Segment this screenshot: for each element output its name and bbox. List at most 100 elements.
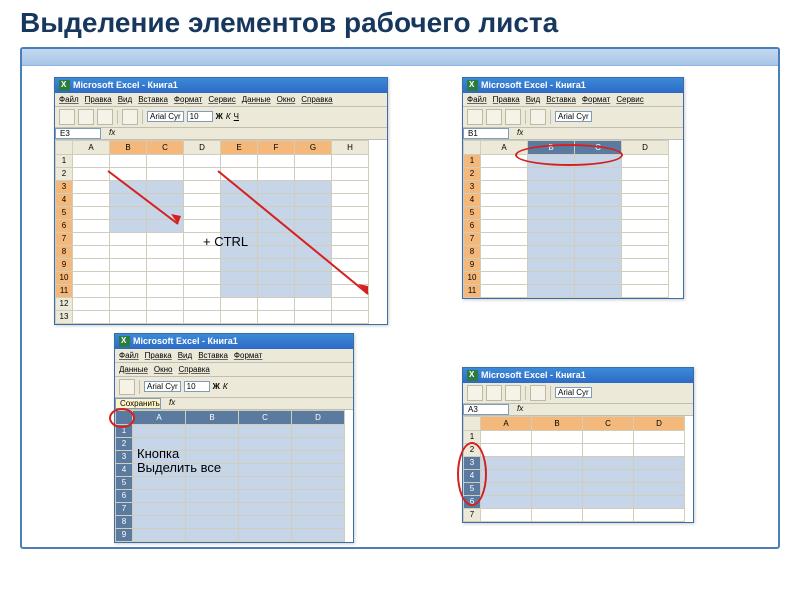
grid[interactable]: A B C D E F G H 1 2 3 4 5 6 7 8 9 10 bbox=[55, 140, 387, 324]
row-header[interactable]: 8 bbox=[464, 245, 481, 258]
bold-button[interactable]: Ж bbox=[213, 382, 220, 391]
font-select[interactable]: Arial Cyr bbox=[555, 387, 592, 398]
row-header[interactable]: 3 bbox=[116, 450, 133, 463]
row-header[interactable]: 2 bbox=[464, 167, 481, 180]
grid[interactable]: A B C D 1 2 3 4 5 6 7 bbox=[463, 416, 693, 522]
row-header[interactable]: 6 bbox=[464, 219, 481, 232]
save-icon[interactable] bbox=[505, 385, 521, 401]
row-header[interactable]: 2 bbox=[56, 167, 73, 180]
row-header[interactable]: 8 bbox=[56, 245, 73, 258]
menu-data[interactable]: Данные bbox=[119, 365, 148, 374]
name-box[interactable]: B1 bbox=[463, 128, 509, 139]
menubar[interactable]: Файл Правка Вид Вставка Формат Сервис bbox=[463, 93, 683, 107]
new-icon[interactable] bbox=[467, 385, 483, 401]
row-header[interactable]: 7 bbox=[464, 232, 481, 245]
row-header[interactable]: 7 bbox=[116, 502, 133, 515]
font-select[interactable]: Arial Cyr bbox=[147, 111, 184, 122]
row-header[interactable]: 7 bbox=[464, 508, 481, 521]
select-all-corner[interactable] bbox=[56, 140, 73, 154]
italic-button[interactable]: К bbox=[226, 112, 231, 121]
row-header[interactable]: 12 bbox=[56, 297, 73, 310]
col-header[interactable]: A bbox=[133, 410, 186, 424]
row-header[interactable]: 6 bbox=[56, 219, 73, 232]
row-header[interactable]: 2 bbox=[116, 437, 133, 450]
row-header[interactable]: 11 bbox=[56, 284, 73, 297]
menu-help[interactable]: Справка bbox=[301, 95, 332, 104]
col-header[interactable]: A bbox=[481, 140, 528, 154]
menu-insert[interactable]: Вставка bbox=[138, 95, 168, 104]
menu-tools[interactable]: Сервис bbox=[208, 95, 235, 104]
print-icon[interactable] bbox=[530, 109, 546, 125]
row-header[interactable]: 4 bbox=[116, 463, 133, 476]
col-header[interactable]: C bbox=[583, 416, 634, 430]
row-header[interactable]: 5 bbox=[464, 206, 481, 219]
menu-tools[interactable]: Сервис bbox=[616, 95, 643, 104]
menu-window[interactable]: Окно bbox=[154, 365, 173, 374]
row-header[interactable]: 7 bbox=[56, 232, 73, 245]
menu-data[interactable]: Данные bbox=[242, 95, 271, 104]
menu-file[interactable]: Файл bbox=[119, 351, 139, 360]
col-header[interactable]: B bbox=[532, 416, 583, 430]
row-header[interactable]: 3 bbox=[56, 180, 73, 193]
menu-file[interactable]: Файл bbox=[59, 95, 79, 104]
save-icon[interactable] bbox=[119, 379, 135, 395]
row-header[interactable]: 1 bbox=[464, 430, 481, 443]
col-header[interactable]: F bbox=[258, 140, 295, 154]
col-header[interactable]: A bbox=[73, 140, 110, 154]
row-header[interactable]: 9 bbox=[56, 258, 73, 271]
menu-help[interactable]: Справка bbox=[179, 365, 210, 374]
col-header[interactable]: D bbox=[622, 140, 669, 154]
menu-view[interactable]: Вид bbox=[178, 351, 192, 360]
open-icon[interactable] bbox=[78, 109, 94, 125]
row-header[interactable]: 1 bbox=[116, 424, 133, 437]
italic-button[interactable]: К bbox=[223, 382, 228, 391]
col-header[interactable]: G bbox=[295, 140, 332, 154]
menu-edit[interactable]: Правка bbox=[493, 95, 520, 104]
font-select[interactable]: Arial Cyr bbox=[144, 381, 181, 392]
col-header[interactable]: C bbox=[239, 410, 292, 424]
row-header[interactable]: 1 bbox=[464, 154, 481, 167]
row-header-selected[interactable]: 5 bbox=[464, 482, 481, 495]
menu-view[interactable]: Вид bbox=[526, 95, 540, 104]
row-header[interactable]: 4 bbox=[464, 193, 481, 206]
grid[interactable]: A B C D 1 2 3 4 5 6 7 8 9 10 11 bbox=[463, 140, 683, 298]
col-header[interactable]: B bbox=[110, 140, 147, 154]
new-icon[interactable] bbox=[467, 109, 483, 125]
col-header[interactable]: H bbox=[332, 140, 369, 154]
menu-insert[interactable]: Вставка bbox=[198, 351, 228, 360]
open-icon[interactable] bbox=[486, 385, 502, 401]
menu-format[interactable]: Формат bbox=[234, 351, 262, 360]
print-icon[interactable] bbox=[122, 109, 138, 125]
open-icon[interactable] bbox=[486, 109, 502, 125]
row-header-selected[interactable]: 3 bbox=[464, 456, 481, 469]
row-header[interactable]: 5 bbox=[116, 476, 133, 489]
menu-file[interactable]: Файл bbox=[467, 95, 487, 104]
row-header[interactable]: 6 bbox=[116, 489, 133, 502]
col-header-selected[interactable]: C bbox=[575, 140, 622, 154]
size-select[interactable]: 10 bbox=[184, 381, 210, 392]
row-header[interactable]: 10 bbox=[56, 271, 73, 284]
menu-view[interactable]: Вид bbox=[118, 95, 132, 104]
save-icon[interactable] bbox=[97, 109, 113, 125]
save-icon[interactable] bbox=[505, 109, 521, 125]
menubar[interactable]: Файл Правка Вид Вставка Формат bbox=[115, 349, 353, 363]
row-header[interactable]: 1 bbox=[56, 154, 73, 167]
col-header[interactable]: E bbox=[221, 140, 258, 154]
select-all-corner[interactable] bbox=[464, 140, 481, 154]
menu-window[interactable]: Окно bbox=[277, 95, 296, 104]
col-header[interactable]: D bbox=[184, 140, 221, 154]
row-header-selected[interactable]: 4 bbox=[464, 469, 481, 482]
col-header[interactable]: D bbox=[292, 410, 345, 424]
menu-format[interactable]: Формат bbox=[582, 95, 610, 104]
menu-format[interactable]: Формат bbox=[174, 95, 202, 104]
col-header[interactable]: C bbox=[147, 140, 184, 154]
row-header-selected[interactable]: 6 bbox=[464, 495, 481, 508]
col-header[interactable]: A bbox=[481, 416, 532, 430]
row-header[interactable]: 9 bbox=[464, 258, 481, 271]
col-header[interactable]: D bbox=[634, 416, 685, 430]
select-all-corner[interactable] bbox=[116, 410, 133, 424]
menu-edit[interactable]: Правка bbox=[85, 95, 112, 104]
row-header[interactable]: 11 bbox=[464, 284, 481, 297]
font-select[interactable]: Arial Cyr bbox=[555, 111, 592, 122]
size-select[interactable]: 10 bbox=[187, 111, 213, 122]
